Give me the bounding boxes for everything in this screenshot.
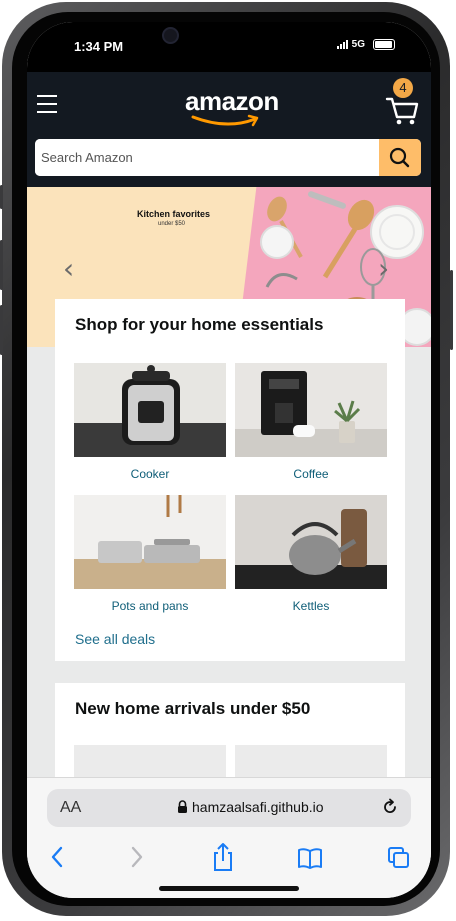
tile-cooker[interactable]: Cooker bbox=[74, 363, 226, 481]
amazon-logo[interactable]: amazon bbox=[185, 86, 279, 117]
cooker-image bbox=[74, 363, 226, 457]
amazon-smile-icon bbox=[191, 114, 259, 127]
tile-kettles-label: Kettles bbox=[292, 599, 330, 613]
forward-icon[interactable] bbox=[127, 840, 147, 874]
status-time: 1:34 PM bbox=[74, 39, 124, 54]
text-size-button[interactable]: AA bbox=[60, 799, 81, 817]
arrivals-card: New home arrivals under $50 bbox=[55, 683, 405, 777]
page-content: Kitchen favorites under $50 ‹ › Shop for… bbox=[27, 187, 431, 777]
arrivals-tile[interactable] bbox=[235, 745, 387, 777]
menu-icon[interactable] bbox=[37, 95, 57, 113]
pots-image bbox=[74, 495, 226, 589]
bookmarks-icon[interactable] bbox=[297, 840, 323, 874]
power-button bbox=[450, 270, 453, 350]
front-camera bbox=[162, 27, 179, 44]
safari-toolbar: AA hamzaalsafi.github.io bbox=[27, 777, 431, 898]
arrivals-tile[interactable] bbox=[74, 745, 226, 777]
back-icon[interactable] bbox=[47, 840, 67, 874]
essentials-card-title: Shop for your home essentials bbox=[75, 315, 324, 334]
share-icon[interactable] bbox=[211, 840, 235, 874]
hero-title: Kitchen favorites bbox=[137, 209, 211, 219]
safari-nav-row bbox=[27, 840, 431, 874]
network-label: 5G bbox=[351, 39, 365, 50]
cart-count-badge[interactable]: 4 bbox=[393, 78, 413, 98]
status-indicators: 5G bbox=[336, 39, 395, 50]
home-indicator bbox=[159, 886, 299, 891]
kettles-image bbox=[235, 495, 387, 589]
see-all-deals-link[interactable]: See all deals bbox=[75, 631, 155, 647]
amazon-header: amazon 4 bbox=[27, 72, 431, 187]
tile-coffee[interactable]: Coffee bbox=[235, 363, 387, 481]
tile-pots-label: Pots and pans bbox=[111, 599, 189, 613]
tile-cooker-label: Cooker bbox=[130, 467, 170, 481]
lock-icon bbox=[178, 800, 187, 813]
carousel-next-icon[interactable]: › bbox=[378, 255, 389, 283]
tile-pots[interactable]: Pots and pans bbox=[74, 495, 226, 613]
tile-coffee-label: Coffee bbox=[293, 467, 329, 481]
arrivals-card-title: New home arrivals under $50 bbox=[75, 699, 311, 718]
tabs-icon[interactable] bbox=[387, 840, 411, 874]
search-button[interactable] bbox=[379, 139, 421, 176]
search-input[interactable] bbox=[35, 139, 379, 176]
coffee-image bbox=[235, 363, 387, 457]
reload-icon[interactable] bbox=[381, 798, 399, 816]
url-text: hamzaalsafi.github.io bbox=[192, 799, 324, 815]
signal-icon bbox=[336, 40, 348, 49]
search-bar bbox=[35, 139, 421, 176]
carousel-prev-icon[interactable]: ‹ bbox=[63, 255, 74, 283]
tile-kettles[interactable]: Kettles bbox=[235, 495, 387, 613]
phone-screen: 1:34 PM 5G amazon 4 Search Amazon Kitche… bbox=[27, 22, 431, 898]
mute-switch bbox=[0, 185, 3, 209]
hero-subtitle: under $50 bbox=[158, 221, 186, 227]
status-bar: 1:34 PM 5G bbox=[27, 22, 431, 72]
search-icon bbox=[389, 147, 410, 168]
battery-icon bbox=[373, 39, 395, 50]
volume-down-button bbox=[0, 305, 3, 355]
volume-up-button bbox=[0, 240, 3, 290]
essentials-card: Shop for your home essentials Cooker Cof… bbox=[55, 299, 405, 661]
address-bar[interactable]: AA hamzaalsafi.github.io bbox=[47, 789, 411, 827]
